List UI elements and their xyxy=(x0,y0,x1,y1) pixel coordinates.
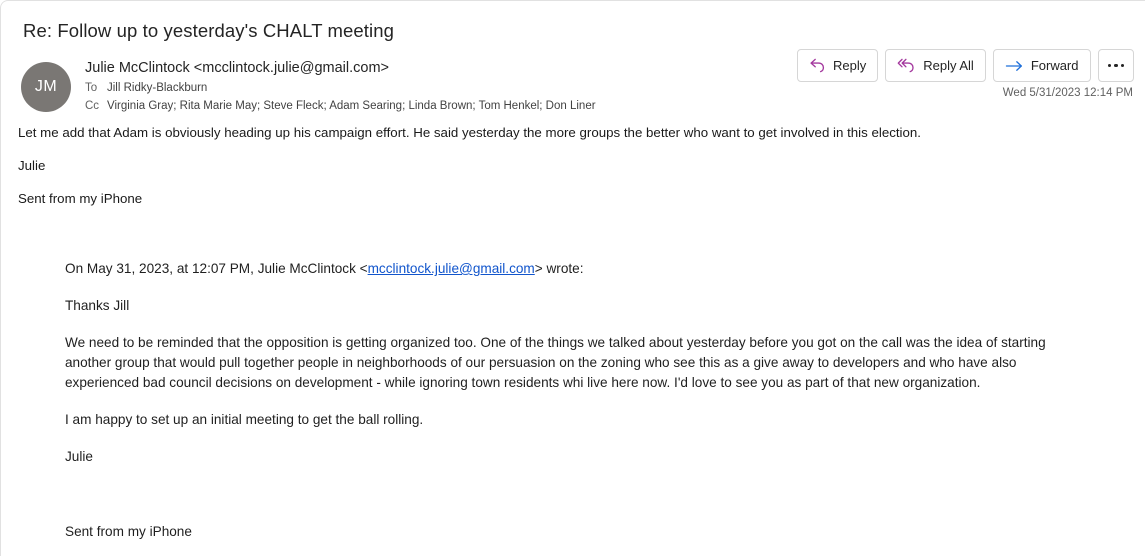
quoted-sent-from: Sent from my iPhone xyxy=(65,524,192,539)
more-options-button[interactable] xyxy=(1097,49,1134,82)
body-paragraph-1: Let me add that Adam is obviously headin… xyxy=(18,125,921,140)
forward-arrow-icon xyxy=(1005,59,1024,73)
quoted-sender-email-link[interactable]: mcclintock.julie@gmail.com xyxy=(368,261,535,276)
message-timestamp: Wed 5/31/2023 12:14 PM xyxy=(1002,87,1133,99)
cc-row: Cc Virginia Gray; Rita Marie May; Steve … xyxy=(85,98,596,114)
cc-label: Cc xyxy=(85,100,100,112)
quoted-intro: On May 31, 2023, at 12:07 PM, Julie McCl… xyxy=(65,259,1070,279)
message-body: Let me add that Adam is obviously headin… xyxy=(18,124,1125,223)
body-signoff: Julie xyxy=(18,158,46,173)
sender-name-email[interactable]: Julie McClintock <mcclintock.julie@gmail… xyxy=(85,59,596,78)
quoted-greeting: Thanks Jill xyxy=(65,298,130,313)
message-actions-toolbar: Reply Reply All Forward xyxy=(796,49,1134,82)
sender-block: Julie McClintock <mcclintock.julie@gmail… xyxy=(85,59,596,114)
reply-button-label: Reply xyxy=(832,58,867,73)
to-recipients[interactable]: Jill Ridky-Blackburn xyxy=(107,80,207,96)
quoted-paragraph-2: I am happy to set up an initial meeting … xyxy=(65,412,424,427)
quoted-signoff: Julie xyxy=(65,449,93,464)
reply-all-button-label: Reply All xyxy=(923,58,974,73)
forward-button[interactable]: Forward xyxy=(992,49,1091,82)
reply-button[interactable]: Reply xyxy=(796,49,879,82)
forward-button-label: Forward xyxy=(1030,58,1079,73)
reply-arrow-icon xyxy=(809,58,826,73)
cc-recipients[interactable]: Virginia Gray; Rita Marie May; Steve Fle… xyxy=(107,98,596,114)
avatar: JM xyxy=(21,62,71,112)
to-row: To Jill Ridky-Blackburn xyxy=(85,80,596,96)
reply-all-button[interactable]: Reply All xyxy=(885,49,986,82)
body-sent-from: Sent from my iPhone xyxy=(18,191,143,206)
ellipsis-icon xyxy=(1107,63,1124,68)
quoted-paragraph-1: We need to be reminded that the oppositi… xyxy=(65,335,1046,390)
quoted-intro-suffix: > wrote: xyxy=(534,261,584,276)
page-title: Re: Follow up to yesterday's CHALT meeti… xyxy=(23,20,395,41)
reply-all-arrow-icon xyxy=(897,58,916,73)
email-reading-pane: Re: Follow up to yesterday's CHALT meeti… xyxy=(0,0,1145,556)
quoted-message: On May 31, 2023, at 12:07 PM, Julie McCl… xyxy=(65,259,1070,542)
quoted-intro-prefix: On May 31, 2023, at 12:07 PM, Julie McCl… xyxy=(65,261,368,276)
to-label: To xyxy=(85,82,98,94)
